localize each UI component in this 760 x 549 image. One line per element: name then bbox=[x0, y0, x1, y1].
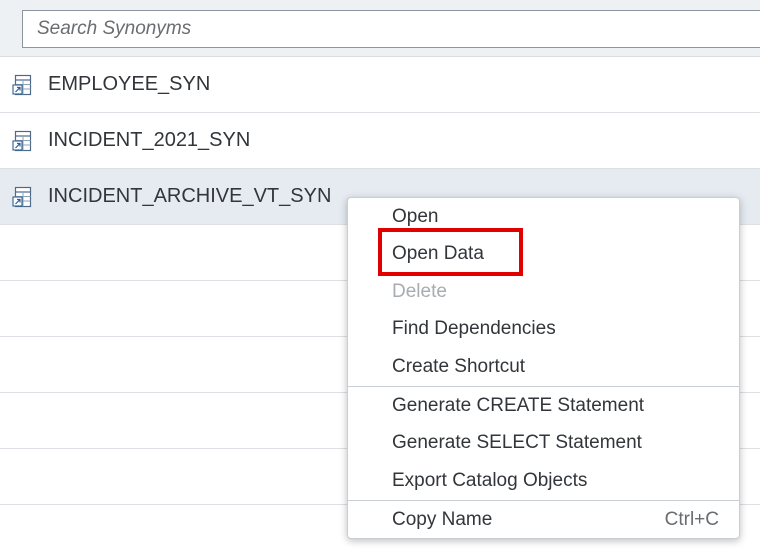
menu-item-generate-select-statement[interactable]: Generate SELECT Statement bbox=[348, 425, 739, 461]
synonym-table-icon bbox=[12, 186, 34, 208]
highlight-annotation-box bbox=[378, 228, 523, 276]
menu-separator bbox=[348, 386, 739, 387]
menu-item-generate-create-statement[interactable]: Generate CREATE Statement bbox=[348, 388, 739, 424]
synonym-table-icon bbox=[12, 74, 34, 96]
synonym-table-icon bbox=[12, 130, 34, 152]
menu-item-create-shortcut[interactable]: Create Shortcut bbox=[348, 349, 739, 385]
menu-item-label: Delete bbox=[392, 281, 447, 302]
menu-item-delete: Delete bbox=[348, 274, 739, 310]
menu-item-label: Copy Name bbox=[392, 509, 493, 530]
list-item-employee-syn[interactable]: EMPLOYEE_SYN bbox=[0, 57, 760, 113]
menu-item-label: Create Shortcut bbox=[392, 356, 526, 377]
menu-item-copy-name[interactable]: Copy Name Ctrl+C bbox=[348, 502, 739, 538]
list-item-label: EMPLOYEE_SYN bbox=[48, 73, 211, 95]
list-item-label: INCIDENT_ARCHIVE_VT_SYN bbox=[48, 185, 332, 207]
menu-separator bbox=[348, 500, 739, 501]
menu-item-shortcut: Ctrl+C bbox=[664, 509, 719, 530]
menu-item-label: Generate SELECT Statement bbox=[392, 432, 642, 453]
search-toolbar bbox=[0, 0, 760, 57]
search-input[interactable] bbox=[22, 10, 760, 48]
menu-item-export-catalog-objects[interactable]: Export Catalog Objects bbox=[348, 463, 739, 499]
menu-item-find-dependencies[interactable]: Find Dependencies bbox=[348, 311, 739, 347]
synonyms-panel: EMPLOYEE_SYN INCIDENT_2021_SYN bbox=[0, 0, 760, 549]
list-item-label: INCIDENT_2021_SYN bbox=[48, 129, 251, 151]
menu-item-label: Find Dependencies bbox=[392, 318, 556, 339]
menu-item-label: Export Catalog Objects bbox=[392, 470, 588, 491]
menu-item-label: Generate CREATE Statement bbox=[392, 395, 645, 416]
list-item-incident-2021-syn[interactable]: INCIDENT_2021_SYN bbox=[0, 113, 760, 169]
